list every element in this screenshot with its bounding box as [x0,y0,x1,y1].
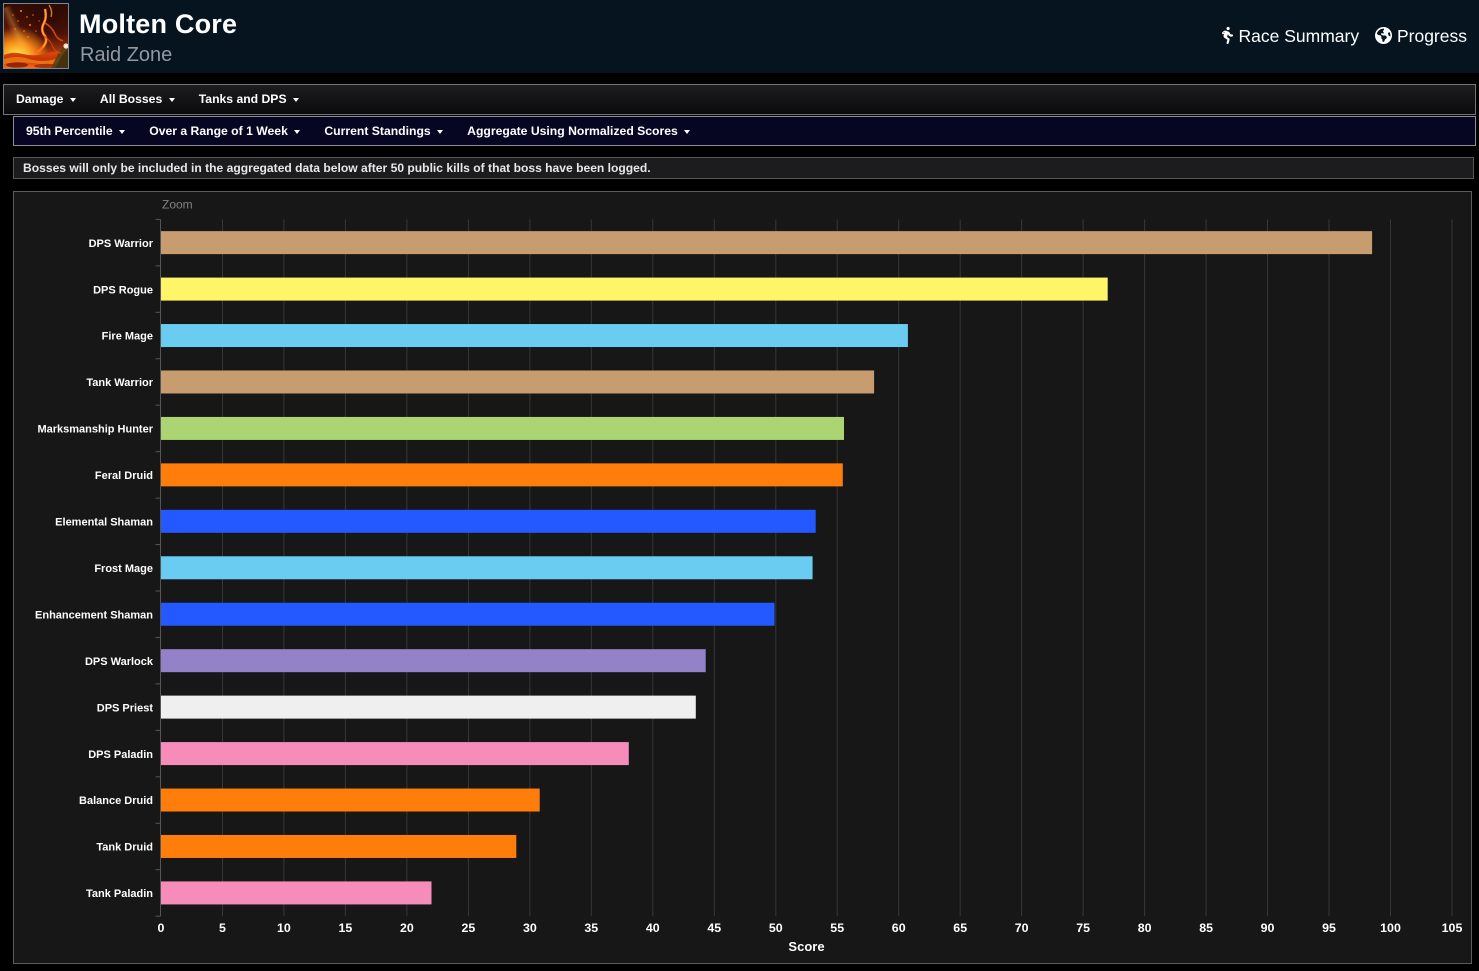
svg-text:35: 35 [584,921,598,935]
svg-text:Marksmanship Hunter: Marksmanship Hunter [37,424,153,436]
svg-text:80: 80 [1138,921,1152,935]
svg-text:90: 90 [1261,921,1275,935]
svg-text:70: 70 [1015,921,1029,935]
svg-text:DPS Paladin: DPS Paladin [88,749,153,761]
svg-text:Fire Mage: Fire Mage [102,331,153,343]
svg-text:65: 65 [953,921,967,935]
svg-text:Frost Mage: Frost Mage [94,563,153,575]
svg-text:Tank Druid: Tank Druid [96,842,153,854]
svg-text:55: 55 [830,921,844,935]
svg-text:DPS Priest: DPS Priest [97,702,154,714]
svg-text:Balance Druid: Balance Druid [79,795,153,807]
svg-text:DPS Warlock: DPS Warlock [85,656,154,668]
svg-text:40: 40 [646,921,660,935]
svg-text:Score: Score [788,939,824,954]
svg-text:Feral Druid: Feral Druid [95,470,153,482]
svg-text:45: 45 [707,921,721,935]
svg-text:Tank Warrior: Tank Warrior [86,377,153,389]
svg-text:105: 105 [1442,921,1463,935]
svg-text:10: 10 [277,921,291,935]
svg-text:60: 60 [892,921,906,935]
svg-text:15: 15 [339,921,353,935]
svg-text:50: 50 [769,921,783,935]
svg-text:Enhancement Shaman: Enhancement Shaman [35,609,153,621]
svg-text:5: 5 [219,921,226,935]
svg-text:Tank Paladin: Tank Paladin [86,888,153,900]
svg-text:85: 85 [1199,921,1213,935]
svg-text:20: 20 [400,921,414,935]
svg-text:Elemental Shaman: Elemental Shaman [55,517,153,529]
svg-text:DPS Warrior: DPS Warrior [89,238,154,250]
svg-text:Zoom: Zoom [162,198,193,212]
svg-text:25: 25 [462,921,476,935]
svg-text:0: 0 [158,921,165,935]
svg-text:30: 30 [523,921,537,935]
svg-text:95: 95 [1322,921,1336,935]
svg-text:75: 75 [1076,921,1090,935]
svg-text:DPS Rogue: DPS Rogue [93,284,153,296]
svg-text:100: 100 [1380,921,1401,935]
